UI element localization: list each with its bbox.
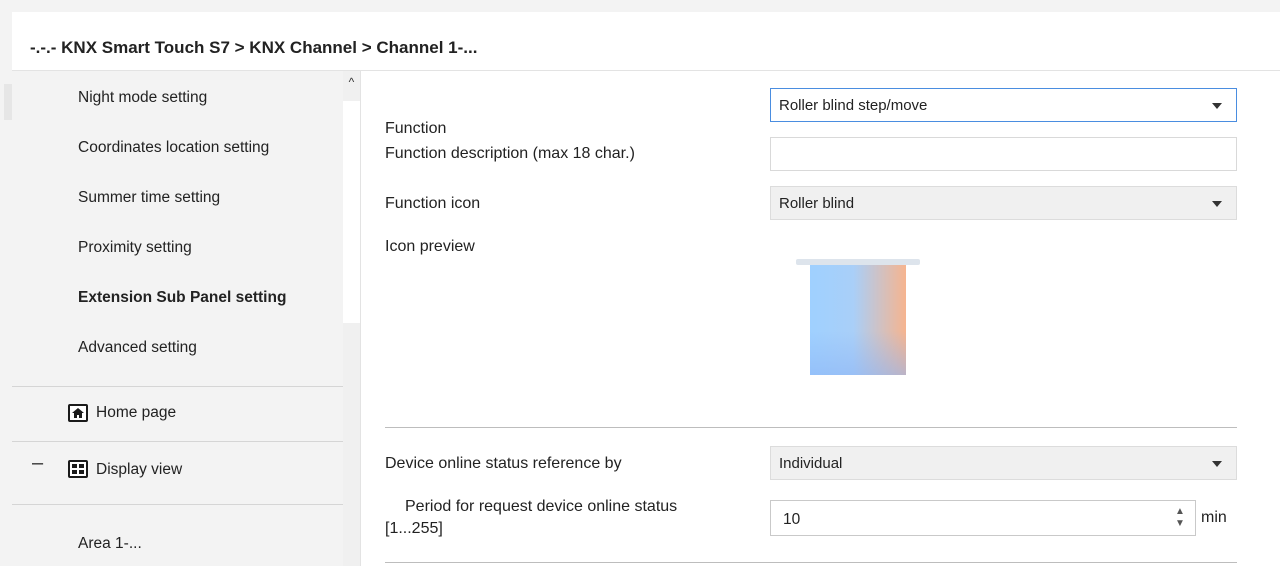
nav-home-page[interactable]: Home page — [12, 387, 343, 439]
chevron-down-icon — [1212, 461, 1222, 467]
sidebar-divider — [12, 504, 343, 505]
chevron-down-icon — [1212, 103, 1222, 109]
sidebar-item-area-1[interactable]: Area 1-... — [78, 535, 142, 553]
online-ref-select-value: Individual — [779, 455, 843, 472]
period-unit: min — [1201, 509, 1227, 526]
grid-icon — [68, 460, 88, 478]
period-value: 10 — [783, 511, 801, 528]
nav-display-label: Display view — [96, 461, 183, 478]
breadcrumb: -.-.- KNX Smart Touch S7 > KNX Channel >… — [30, 38, 478, 57]
collapse-icon[interactable]: – — [32, 452, 43, 475]
nav-display-view[interactable]: – Display view — [12, 442, 343, 494]
sidebar-scrollbar[interactable]: ^ — [343, 71, 360, 566]
period-range-label: [1...255] — [385, 520, 443, 537]
section-divider — [385, 427, 1237, 428]
function-icon-select[interactable]: Roller blind — [770, 186, 1237, 220]
function-icon-label: Function icon — [385, 195, 481, 212]
period-label: Period for request device online status — [405, 498, 678, 515]
sidebar-item-coordinates[interactable]: Coordinates location setting — [78, 139, 269, 157]
sidebar: Night mode setting Coordinates location … — [12, 71, 343, 566]
description-label: Function description (max 18 char.) — [385, 145, 635, 162]
function-select-value: Roller blind step/move — [779, 97, 928, 114]
sidebar-item-proximity[interactable]: Proximity setting — [78, 239, 192, 257]
chevron-down-icon — [1212, 201, 1222, 207]
scroll-thumb[interactable] — [343, 101, 360, 323]
nav-home-label: Home page — [96, 404, 177, 421]
blind-cloth — [810, 265, 906, 375]
stepper-arrows-icon[interactable]: ▲ ▼ — [1175, 506, 1185, 530]
top-strip — [0, 0, 1280, 12]
sidebar-item-summer-time[interactable]: Summer time setting — [78, 189, 220, 207]
section-divider — [385, 562, 1237, 563]
function-select[interactable]: Roller blind step/move — [770, 88, 1237, 122]
scroll-up-icon[interactable]: ^ — [343, 71, 360, 91]
online-ref-label: Device online status reference by — [385, 455, 622, 472]
function-label: Function — [385, 120, 447, 137]
sidebar-item-extension-sub-panel[interactable]: Extension Sub Panel setting — [78, 289, 286, 307]
panel-divider — [360, 71, 361, 566]
breadcrumb-bar: -.-.- KNX Smart Touch S7 > KNX Channel >… — [12, 12, 1280, 71]
online-ref-select[interactable]: Individual — [770, 446, 1237, 480]
roller-blind-icon — [796, 259, 920, 381]
home-icon — [68, 404, 88, 422]
left-edge-marker — [4, 84, 12, 120]
description-input[interactable] — [770, 137, 1237, 171]
left-edge-panel — [0, 12, 12, 566]
period-stepper[interactable]: 10 ▲ ▼ — [770, 500, 1196, 536]
function-icon-select-value: Roller blind — [779, 195, 855, 212]
sidebar-item-advanced[interactable]: Advanced setting — [78, 339, 197, 357]
sidebar-item-night-mode[interactable]: Night mode setting — [78, 89, 207, 107]
icon-preview-label: Icon preview — [385, 238, 475, 255]
